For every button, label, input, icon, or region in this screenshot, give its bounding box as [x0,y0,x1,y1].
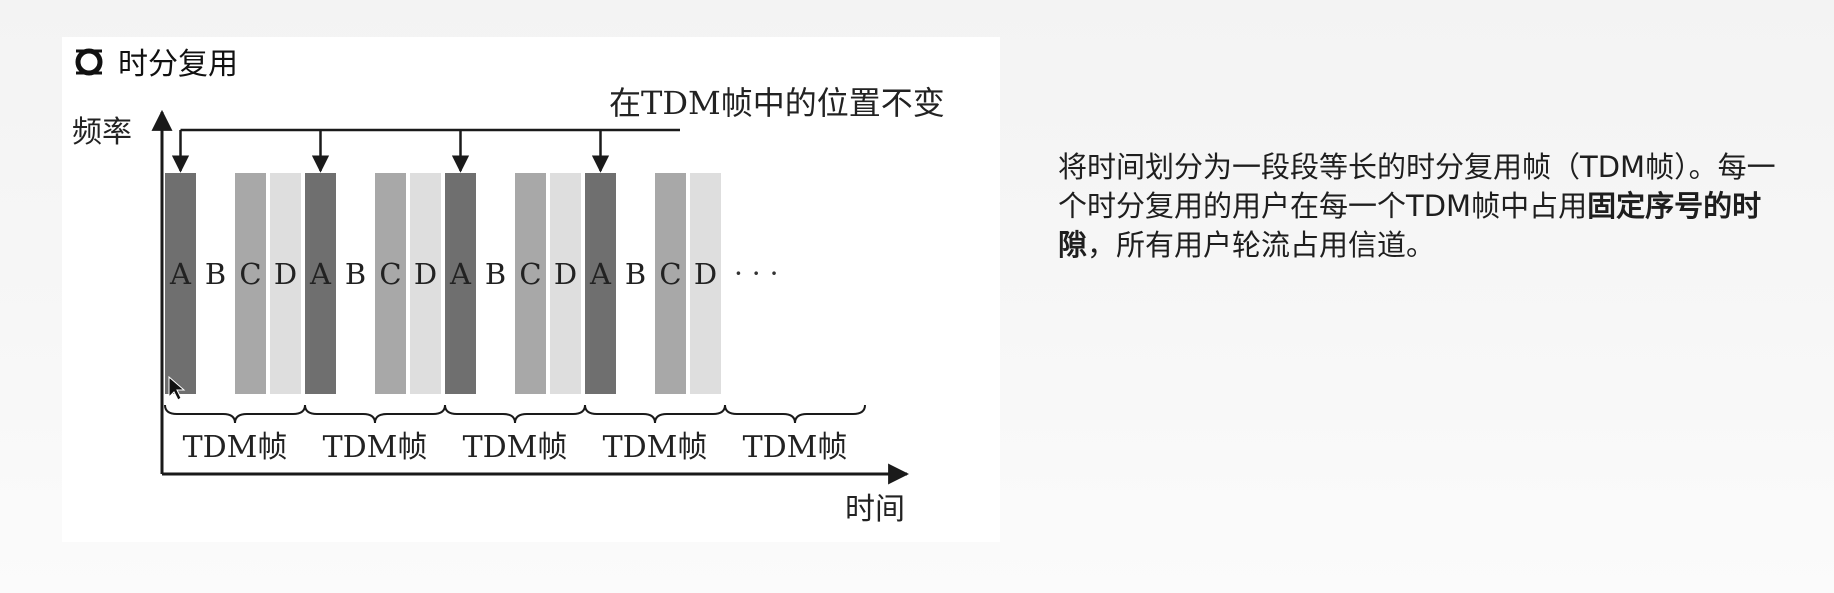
frame-brace [304,404,446,424]
frame-brace [584,404,726,424]
slot-label-c: C [659,257,681,291]
slot-labels: ABCDABCDABCDABCD [169,257,717,291]
slot-label-d: D [274,257,297,291]
slot-label-d: D [414,257,437,291]
continuation-ellipsis: · · · [734,257,779,290]
frame-brace [724,404,866,424]
frame-labels: TDM帧 TDM帧 TDM帧 TDM帧 TDM帧 [183,430,848,465]
slot-label-b: B [205,257,226,291]
position-note: 在TDM帧中的位置不变 [609,84,945,122]
slot-label-b: B [345,257,366,291]
x-axis-label: 时间 [845,492,905,527]
y-axis-label: 频率 [72,115,132,150]
interlock-rings-icon [75,48,103,76]
slot-label-a: A [169,257,192,291]
description-text: 将时间划分为一段段等长的时分复用帧（TDM帧）。每一个时分复用的用户在每一个TD… [1058,148,1778,265]
slot-label-a: A [589,257,612,291]
pointer-lines [171,128,680,173]
frame-brace [164,404,306,424]
frame-label: TDM帧 [603,430,708,465]
tdm-diagram-panel: 时分复用 频率 时间 在TDM帧中的位置不变 ABCDABCDABCDABCD … [62,37,1000,542]
section-title: 时分复用 [118,47,238,82]
slot-label-d: D [554,257,577,291]
slot-label-a: A [449,257,472,291]
frame-braces [164,404,866,424]
frame-label: TDM帧 [463,430,568,465]
tdm-diagram: 时分复用 频率 时间 在TDM帧中的位置不变 ABCDABCDABCDABCD … [72,47,945,527]
slot-label-b: B [625,257,646,291]
frame-label: TDM帧 [183,430,288,465]
description-part2: ，所有用户轮流占用信道。 [1087,228,1436,262]
slot-label-d: D [694,257,717,291]
slot-label-c: C [519,257,541,291]
slot-label-c: C [379,257,401,291]
frame-brace [444,404,586,424]
frame-label: TDM帧 [323,430,428,465]
frame-label: TDM帧 [743,430,848,465]
slot-label-b: B [485,257,506,291]
slot-label-a: A [309,257,332,291]
slot-label-c: C [239,257,261,291]
